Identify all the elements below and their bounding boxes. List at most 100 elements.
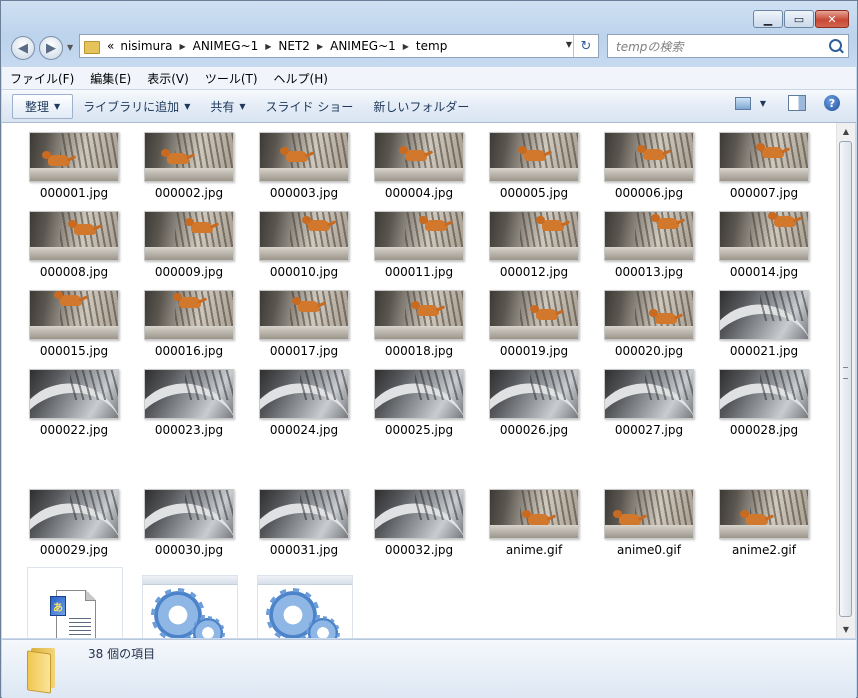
cat-figure bbox=[740, 510, 768, 525]
cat-figure bbox=[419, 216, 447, 231]
application-file-tile[interactable] bbox=[142, 575, 238, 638]
help-icon[interactable]: ? bbox=[824, 95, 840, 111]
document-file-tile[interactable]: あ bbox=[27, 567, 123, 638]
file-tile[interactable]: 000012.jpg bbox=[479, 202, 589, 279]
file-tile[interactable]: 000032.jpg bbox=[364, 480, 474, 557]
file-tile[interactable]: 000027.jpg bbox=[594, 360, 704, 437]
breadcrumb-temp[interactable]: temp bbox=[413, 39, 450, 53]
close-button[interactable]: ✕ bbox=[815, 10, 849, 28]
file-name: 000014.jpg bbox=[729, 265, 799, 279]
chevron-right-icon[interactable]: ▶ bbox=[313, 42, 327, 51]
organize-button[interactable]: 整理 ▼ bbox=[12, 93, 74, 119]
breadcrumb-animeg1[interactable]: ANIMEG~1 bbox=[190, 39, 262, 53]
file-name: anime2.gif bbox=[732, 543, 796, 557]
file-tile[interactable]: 000022.jpg bbox=[19, 360, 129, 437]
menu-bar: ファイル(F) 編集(E) 表示(V) ツール(T) ヘルプ(H) bbox=[2, 67, 856, 90]
minimize-button[interactable]: ▁ bbox=[753, 10, 783, 28]
file-tile[interactable]: 000003.jpg bbox=[249, 123, 359, 200]
file-tile[interactable]: 000019.jpg bbox=[479, 281, 589, 358]
file-tile[interactable]: 000030.jpg bbox=[134, 480, 244, 557]
breadcrumb-animeg1-2[interactable]: ANIMEG~1 bbox=[327, 39, 399, 53]
chevron-right-icon[interactable]: ▶ bbox=[261, 42, 275, 51]
cat-figure bbox=[54, 291, 82, 306]
file-name: 000009.jpg bbox=[154, 265, 224, 279]
new-folder-label: 新しいフォルダー bbox=[373, 99, 470, 114]
file-tile[interactable]: 000023.jpg bbox=[134, 360, 244, 437]
file-tile[interactable]: 000029.jpg bbox=[19, 480, 129, 557]
file-tile[interactable]: 000028.jpg bbox=[709, 360, 819, 437]
file-tile[interactable]: 000010.jpg bbox=[249, 202, 359, 279]
refresh-icon[interactable]: ↻ bbox=[573, 35, 598, 57]
menu-view[interactable]: 表示(V) bbox=[139, 70, 197, 87]
file-tile[interactable]: 000002.jpg bbox=[134, 123, 244, 200]
maximize-button[interactable]: ▭ bbox=[784, 10, 814, 28]
chevron-right-icon[interactable]: ▶ bbox=[399, 42, 413, 51]
file-list[interactable]: あ 000001.jpg 000002.jpg 000003.jpg 000004.j… bbox=[2, 123, 836, 638]
cat-figure bbox=[280, 147, 308, 162]
change-view-icon[interactable] bbox=[734, 96, 751, 110]
share-button[interactable]: 共有 ▼ bbox=[200, 94, 255, 119]
menu-help[interactable]: ヘルプ(H) bbox=[266, 70, 336, 87]
search-input[interactable] bbox=[614, 36, 818, 58]
file-tile[interactable]: 000024.jpg bbox=[249, 360, 359, 437]
address-bar[interactable]: « nisimura ▶ ANIMEG~1 ▶ NET2 ▶ ANIMEG~1 … bbox=[79, 34, 599, 58]
gear-icon bbox=[191, 616, 225, 638]
image-thumbnail bbox=[604, 211, 694, 261]
breadcrumb-overflow[interactable]: « bbox=[104, 39, 117, 53]
file-tile[interactable]: 000008.jpg bbox=[19, 202, 129, 279]
breadcrumb-nisimura[interactable]: nisimura bbox=[117, 39, 175, 53]
file-tile[interactable]: 000020.jpg bbox=[594, 281, 704, 358]
file-name: 000006.jpg bbox=[614, 186, 684, 200]
file-tile[interactable]: 000013.jpg bbox=[594, 202, 704, 279]
image-thumbnail bbox=[259, 369, 349, 419]
image-thumbnail bbox=[719, 489, 809, 539]
scroll-down-icon[interactable]: ▼ bbox=[837, 621, 855, 638]
file-tile[interactable]: anime.gif bbox=[479, 480, 589, 557]
file-tile[interactable]: 000016.jpg bbox=[134, 281, 244, 358]
menu-edit[interactable]: 編集(E) bbox=[82, 70, 139, 87]
address-dropdown-icon[interactable]: ▼ bbox=[566, 40, 572, 49]
preview-pane-icon[interactable] bbox=[788, 95, 806, 111]
file-tile[interactable]: 000004.jpg bbox=[364, 123, 474, 200]
menu-file[interactable]: ファイル(F) bbox=[2, 70, 82, 87]
file-tile[interactable]: 000009.jpg bbox=[134, 202, 244, 279]
add-to-library-button[interactable]: ライブラリに追加 ▼ bbox=[73, 94, 200, 119]
image-thumbnail bbox=[29, 132, 119, 182]
image-thumbnail bbox=[604, 489, 694, 539]
slideshow-button[interactable]: スライド ショー bbox=[256, 94, 364, 119]
file-tile[interactable]: 000014.jpg bbox=[709, 202, 819, 279]
vertical-scrollbar[interactable]: ▲ ▼ bbox=[836, 123, 855, 638]
file-tile[interactable]: anime2.gif bbox=[709, 480, 819, 557]
item-count: 38 個の項目 bbox=[88, 647, 156, 661]
application-file-tile[interactable] bbox=[257, 575, 353, 638]
search-icon[interactable] bbox=[829, 39, 842, 52]
file-name: 000022.jpg bbox=[39, 423, 109, 437]
file-tile[interactable]: 000018.jpg bbox=[364, 281, 474, 358]
scrollbar-thumb[interactable] bbox=[839, 141, 852, 617]
file-tile[interactable]: 000017.jpg bbox=[249, 281, 359, 358]
file-tile[interactable]: 000011.jpg bbox=[364, 202, 474, 279]
file-tile[interactable]: 000005.jpg bbox=[479, 123, 589, 200]
scroll-up-icon[interactable]: ▲ bbox=[837, 123, 855, 140]
file-tile[interactable]: 000006.jpg bbox=[594, 123, 704, 200]
menu-tools[interactable]: ツール(T) bbox=[197, 70, 266, 87]
file-tile[interactable]: 000007.jpg bbox=[709, 123, 819, 200]
image-thumbnail bbox=[489, 132, 579, 182]
forward-arrow-icon[interactable]: ▶ bbox=[39, 36, 63, 60]
breadcrumb-net2[interactable]: NET2 bbox=[275, 39, 313, 53]
file-tile[interactable]: 000031.jpg bbox=[249, 480, 359, 557]
cat-figure bbox=[518, 146, 546, 161]
file-tile[interactable]: anime0.gif bbox=[594, 480, 704, 557]
file-tile[interactable]: 000001.jpg bbox=[19, 123, 129, 200]
search-box[interactable] bbox=[607, 34, 849, 58]
cat-figure bbox=[613, 510, 641, 525]
new-folder-button[interactable]: 新しいフォルダー bbox=[363, 94, 479, 119]
file-tile[interactable]: 000021.jpg bbox=[709, 281, 819, 358]
chevron-right-icon[interactable]: ▶ bbox=[175, 42, 189, 51]
file-tile[interactable]: 000025.jpg bbox=[364, 360, 474, 437]
file-tile[interactable]: 000026.jpg bbox=[479, 360, 589, 437]
recent-pages-dropdown[interactable]: ▼ bbox=[67, 43, 73, 52]
file-tile[interactable]: 000015.jpg bbox=[19, 281, 129, 358]
back-arrow-icon[interactable]: ◀ bbox=[11, 36, 35, 60]
chevron-down-icon[interactable]: ▼ bbox=[760, 99, 766, 108]
